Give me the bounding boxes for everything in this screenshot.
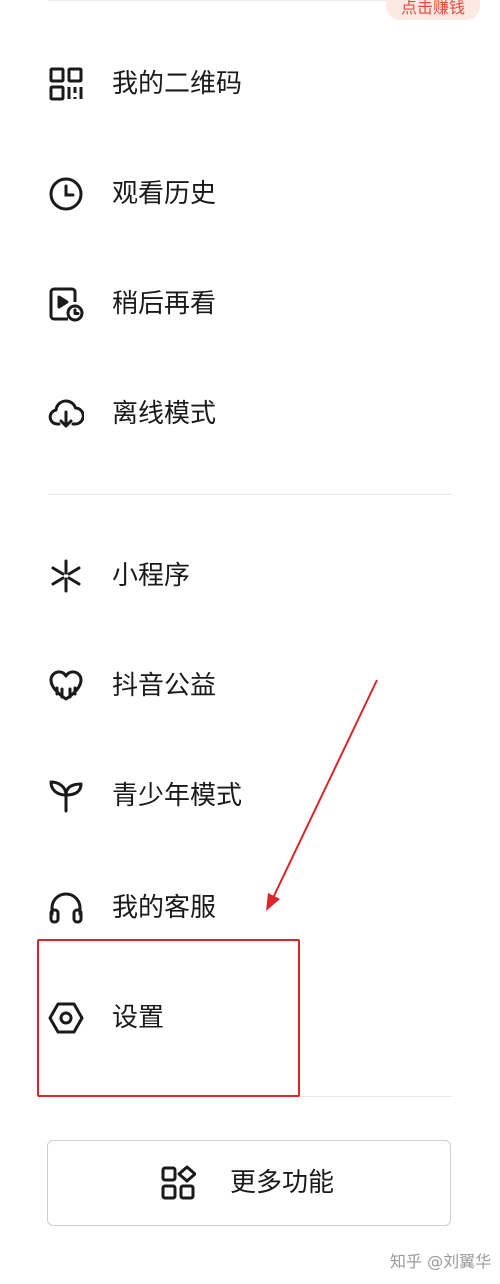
menu-item-teen-mode[interactable]: 青少年模式 xyxy=(0,766,500,826)
menu-label: 观看历史 xyxy=(112,179,217,209)
sprout-icon xyxy=(48,778,84,814)
menu-label: 我的客服 xyxy=(112,893,217,923)
qr-code-icon xyxy=(48,66,84,102)
menu-label: 稍后再看 xyxy=(112,289,217,319)
menu-label: 我的二维码 xyxy=(112,69,243,99)
watermark: 知乎 @刘翼华 xyxy=(390,1252,492,1271)
headset-icon xyxy=(48,890,84,926)
menu-label: 小程序 xyxy=(112,561,191,591)
heart-charity-icon xyxy=(48,668,84,704)
section-divider xyxy=(48,494,452,495)
more-features-label: 更多功能 xyxy=(230,1168,335,1198)
menu-item-charity[interactable]: 抖音公益 xyxy=(0,656,500,716)
menu-item-customer-service[interactable]: 我的客服 xyxy=(0,878,500,938)
menu-label: 离线模式 xyxy=(112,399,217,429)
cloud-download-icon xyxy=(48,396,84,432)
menu-label: 抖音公益 xyxy=(112,671,217,701)
menu-item-offline-mode[interactable]: 离线模式 xyxy=(0,384,500,444)
annotation-highlight-box xyxy=(37,939,300,1097)
mini-program-icon xyxy=(48,558,84,594)
menu-item-qr-code[interactable]: 我的二维码 xyxy=(0,54,500,114)
promo-badge[interactable]: 点击赚钱 xyxy=(386,0,480,20)
grid-shapes-icon xyxy=(160,1165,197,1201)
more-features-button[interactable]: 更多功能 xyxy=(47,1140,451,1226)
clock-icon xyxy=(48,176,84,212)
menu-item-mini-programs[interactable]: 小程序 xyxy=(0,546,500,606)
menu-label: 青少年模式 xyxy=(112,781,243,811)
menu-item-watch-history[interactable]: 观看历史 xyxy=(0,164,500,224)
watch-later-icon xyxy=(48,286,84,322)
menu-item-watch-later[interactable]: 稍后再看 xyxy=(0,274,500,334)
